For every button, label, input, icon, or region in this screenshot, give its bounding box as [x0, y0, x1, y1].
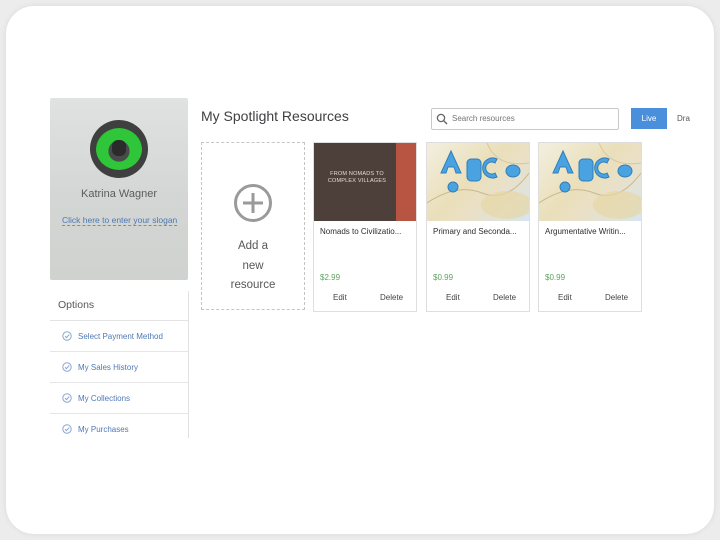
- resource-card[interactable]: FROM NOMADS TO COMPLEX VILLAGES Nomads t…: [313, 142, 417, 312]
- resource-title[interactable]: Argumentative Writin...: [545, 227, 626, 236]
- option-my-collections[interactable]: My Collections: [50, 383, 188, 414]
- check-circle-icon: [62, 331, 72, 341]
- add-resource-label: Add a new resource: [230, 240, 276, 291]
- option-my-purchases[interactable]: My Purchases: [50, 414, 188, 438]
- delete-button[interactable]: Delete: [605, 293, 628, 302]
- option-label: My Collections: [78, 393, 131, 403]
- tab-drafts[interactable]: Dra: [667, 108, 692, 129]
- resource-thumbnail[interactable]: [539, 143, 641, 221]
- edit-button[interactable]: Edit: [446, 293, 460, 302]
- abc-letters-image: [427, 143, 529, 219]
- resource-thumbnail[interactable]: [427, 143, 529, 221]
- resource-thumbnail[interactable]: FROM NOMADS TO COMPLEX VILLAGES: [314, 143, 416, 221]
- resource-price: $2.99: [320, 273, 341, 282]
- search-input[interactable]: [452, 111, 612, 125]
- check-circle-icon: [62, 393, 72, 403]
- resource-price: $0.99: [545, 273, 566, 282]
- plus-circle-icon: [234, 184, 272, 222]
- delete-button[interactable]: Delete: [380, 293, 403, 302]
- profile-card: Katrina Wagner Click here to enter your …: [50, 98, 188, 280]
- resource-price: $0.99: [433, 273, 454, 282]
- slogan-link[interactable]: Click here to enter your slogan: [62, 215, 178, 226]
- option-label: Select Payment Method: [78, 331, 163, 341]
- profile-name: Katrina Wagner: [80, 188, 158, 200]
- option-label: My Sales History: [78, 362, 139, 372]
- resource-card[interactable]: Primary and Seconda... $0.99 Edit Delete: [426, 142, 530, 312]
- resource-title[interactable]: Primary and Seconda...: [433, 227, 517, 236]
- check-circle-icon: [62, 362, 72, 372]
- options-panel: Options Select Payment Method My Sales H…: [50, 291, 189, 438]
- option-label: My Purchases: [78, 424, 129, 434]
- option-select-payment-method[interactable]: Select Payment Method: [50, 321, 188, 352]
- check-circle-icon: [62, 424, 72, 434]
- abc-letters-image: [539, 143, 641, 219]
- edit-button[interactable]: Edit: [558, 293, 572, 302]
- option-my-sales-history[interactable]: My Sales History: [50, 352, 188, 383]
- cover-title: FROM NOMADS TO COMPLEX VILLAGES: [327, 171, 387, 184]
- avatar-dog-image: [112, 140, 126, 156]
- tab-live[interactable]: Live: [631, 108, 667, 129]
- book-cover-spine: [396, 143, 416, 221]
- page-title: My Spotlight Resources: [201, 108, 349, 124]
- search-box[interactable]: [431, 108, 619, 130]
- delete-button[interactable]: Delete: [493, 293, 516, 302]
- resource-title[interactable]: Nomads to Civilizatio...: [320, 227, 401, 236]
- add-resource-card[interactable]: Add a new resource: [201, 142, 305, 310]
- edit-button[interactable]: Edit: [333, 293, 347, 302]
- search-icon: [436, 113, 448, 125]
- options-heading: Options: [50, 291, 188, 321]
- resource-card[interactable]: Argumentative Writin... $0.99 Edit Delet…: [538, 142, 642, 312]
- app-screenshot: Katrina Wagner Click here to enter your …: [50, 98, 692, 438]
- avatar[interactable]: [90, 120, 148, 178]
